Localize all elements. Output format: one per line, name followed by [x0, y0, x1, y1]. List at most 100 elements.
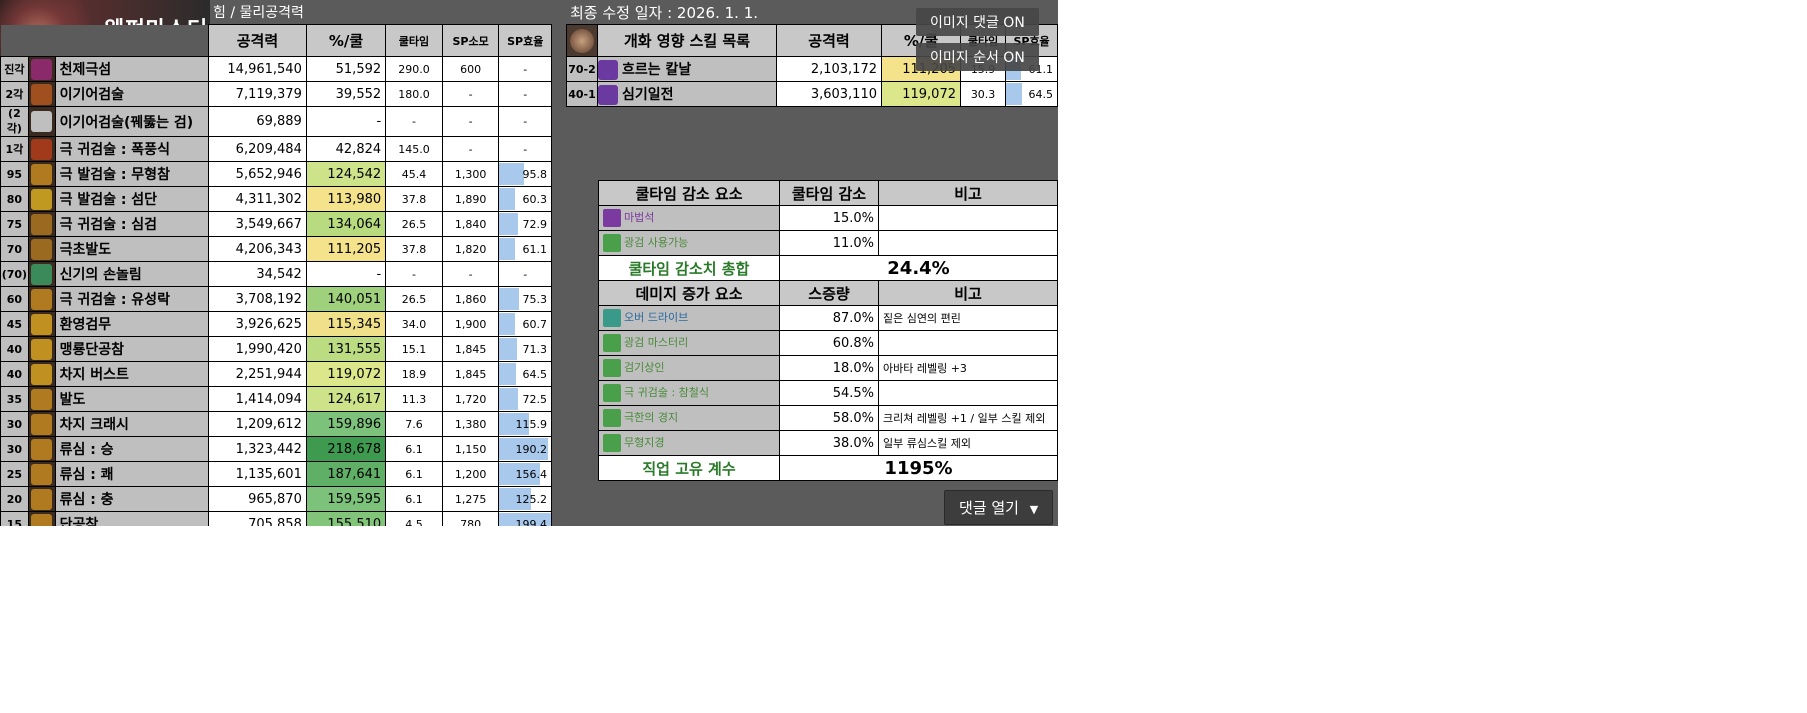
skill-damage: 1,414,094: [208, 386, 307, 412]
table-row: 광검 마스터리 60.8%: [598, 330, 1058, 356]
skill-cooldown: -: [385, 261, 443, 287]
open-comments-button[interactable]: 댓글 열기 ▼: [944, 490, 1054, 525]
skill-sp-cost: 1,900: [441, 311, 500, 337]
skill-ratio: 131,555: [305, 336, 387, 362]
skill-name: 천제극섬: [54, 56, 210, 82]
skill-cooldown: 6.1: [385, 436, 443, 462]
skill-sp-eff: 72.9: [522, 217, 548, 231]
skill-damage: 965,870: [208, 486, 307, 512]
sword-slash-icon: [31, 488, 53, 510]
awakening-emblem-cell: [566, 24, 598, 57]
skill-cooldown: 11.3: [385, 386, 443, 412]
skill-sp-eff: 115.9: [515, 417, 548, 431]
skill-cooldown: 7.6: [385, 411, 443, 437]
table-row: 20 류심 : 충 965,870 159,595 6.1 1,275 125.2: [0, 486, 552, 512]
damage-factor-note: 짙은 심연의 편린: [878, 305, 1058, 331]
skill-buff-icon: [603, 309, 621, 327]
sword-slash-icon: [31, 413, 53, 435]
skill-sp-eff-cell: 64.5: [498, 361, 552, 387]
skill-sp-eff-cell: 156.4: [498, 461, 552, 487]
skill-name: 극 귀검술 : 심검: [54, 211, 210, 237]
damage-factor-note: [878, 330, 1058, 356]
skill-sp-eff-cell: 125.2: [498, 486, 552, 512]
skill-sp-eff: -: [523, 62, 528, 76]
table-row: 40-1 심기일전 3,603,110 119,072 30.3 64.5: [566, 81, 1058, 107]
cooldown-note-header: 비고: [878, 180, 1058, 206]
damage-factor-note: [878, 380, 1058, 406]
awakening-skill-name: 흐르는 칼날: [622, 61, 692, 78]
skill-ratio: 159,595: [305, 486, 387, 512]
col-sp: SP소모: [441, 24, 500, 57]
damage-factor-name: 검기상인: [624, 361, 665, 374]
skill-name: 신기의 손놀림: [54, 261, 210, 287]
sp-eff-bar: [1006, 83, 1023, 105]
skill-icon-cell: [27, 436, 56, 462]
cooldown-factor-name: 광검 사용가능: [624, 236, 689, 249]
sword-slash-icon: [31, 313, 53, 335]
sword-slash-icon: [31, 163, 53, 185]
skill-icon-cell: [27, 411, 56, 437]
col-sp-eff: SP효율: [498, 24, 552, 57]
skill-sp-eff: 75.3: [522, 292, 548, 306]
table-row: 70 극초발도 4,206,343 111,205 37.8 1,820 61.1: [0, 236, 552, 262]
skill-ratio: 124,617: [305, 386, 387, 412]
skill-cooldown: 180.0: [385, 81, 443, 107]
table-row: 마법석 15.0%: [598, 205, 1058, 231]
cooldown-total-value: 24.4%: [779, 255, 1058, 281]
skill-name: 류심 : 쾌: [54, 461, 210, 487]
awakening-ratio: 119,072: [881, 81, 961, 107]
sword-slash-icon: [31, 338, 53, 360]
skill-table-corner: [0, 24, 210, 57]
damage-note-header: 비고: [878, 280, 1058, 306]
skill-buff-icon: [603, 359, 621, 377]
skill-damage: 34,542: [208, 261, 307, 287]
table-row: 극한의 경지 58.0% 크리쳐 레벨링 +1 / 일부 스킬 제외: [598, 405, 1058, 431]
sword-slash-icon: [598, 84, 618, 105]
table-row: 15 단공참 705,858 155,510 4.5 780 199.4: [0, 511, 552, 527]
sp-eff-bar: [499, 338, 518, 360]
skill-sp-eff-cell: 72.9: [498, 211, 552, 237]
skill-icon-cell: [27, 361, 56, 387]
skill-damage: 705,858: [208, 511, 307, 526]
skill-icon-cell: [27, 311, 56, 337]
skill-sp-cost: 1,840: [441, 211, 500, 237]
skill-name: 류심 : 승: [54, 436, 210, 462]
skill-sp-eff-cell: 75.3: [498, 286, 552, 312]
skill-ratio: 140,051: [305, 286, 387, 312]
image-order-toggle[interactable]: 이미지 순서 ON: [916, 43, 1039, 71]
cooldown-factor-note: [878, 205, 1058, 231]
sp-eff-bar: [499, 213, 518, 235]
skill-level: 45: [0, 311, 29, 337]
skill-level: 30: [0, 411, 29, 437]
damage-factor-note: 크리쳐 레벨링 +1 / 일부 스킬 제외: [878, 405, 1058, 431]
damage-factor-value: 18.0%: [779, 355, 879, 381]
skill-sp-cost: 1,720: [441, 386, 500, 412]
skill-level: 80: [0, 186, 29, 212]
skill-cooldown: 6.1: [385, 486, 443, 512]
cooldown-total-row: 쿨타임 감소치 총합 24.4%: [598, 255, 1058, 281]
skill-damage: 3,708,192: [208, 286, 307, 312]
skill-sp-cost: 1,275: [441, 486, 500, 512]
skill-damage: 2,251,944: [208, 361, 307, 387]
awakening-icon: [31, 58, 53, 80]
skill-ratio: 113,980: [305, 186, 387, 212]
table-row: 25 류심 : 쾌 1,135,601 187,641 6.1 1,200 156.4: [0, 461, 552, 487]
damage-factor-value: 58.0%: [779, 405, 879, 431]
skill-name: 극초발도: [54, 236, 210, 262]
damage-factor-cell: 검기상인: [598, 355, 780, 381]
skill-damage: 69,889: [208, 106, 307, 137]
skill-icon-cell: [27, 286, 56, 312]
skill-sheet-image: 웨펀마스터 힘 / 물리공격력 최종 수정 일자 : 2026. 1. 1. 공…: [0, 0, 1058, 526]
skill-level: (70): [0, 261, 29, 287]
skill-damage: 1,990,420: [208, 336, 307, 362]
skill-sp-eff: 199.4: [515, 517, 548, 527]
skill-cooldown: 37.8: [385, 186, 443, 212]
table-row: 30 차지 크래시 1,209,612 159,896 7.6 1,380 115.9: [0, 411, 552, 437]
skill-sp-eff: 125.2: [515, 492, 548, 506]
damage-total-row: 직업 고유 계수 1195%: [598, 455, 1058, 481]
damage-factor-cell: 극한의 경지: [598, 405, 780, 431]
damage-factor-name: 극한의 경지: [624, 411, 679, 424]
image-comment-toggle[interactable]: 이미지 댓글 ON: [916, 8, 1039, 36]
awakening-icon: [31, 83, 53, 105]
skill-sp-eff-cell: 115.9: [498, 411, 552, 437]
